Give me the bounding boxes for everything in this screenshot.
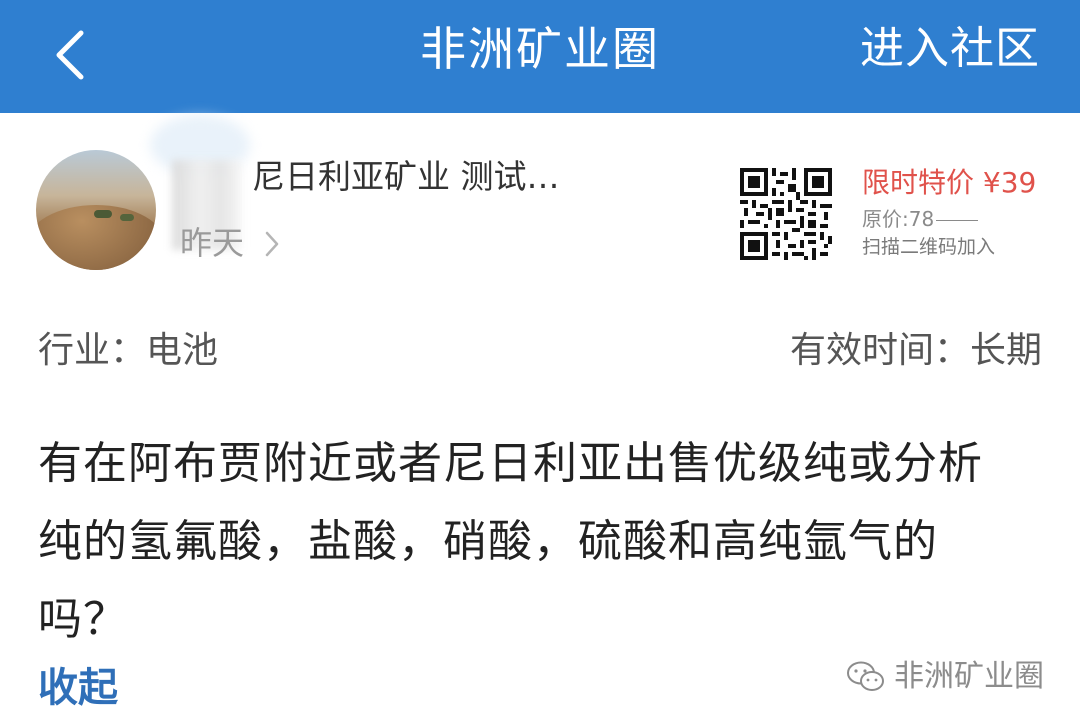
original-price: 原价:78 xyxy=(862,205,979,233)
wechat-icon xyxy=(847,661,884,691)
industry-label: 行业： xyxy=(38,330,147,371)
watermark: 非洲矿业圈 xyxy=(846,652,1044,702)
join-community-button[interactable]: 进入社区 xyxy=(860,18,1040,80)
promo-price: 限时特价 ¥39 xyxy=(862,166,1037,199)
scan-qr-tip: 扫描二维码加入 xyxy=(862,236,996,258)
original-price-text: 原价:78 xyxy=(862,207,935,231)
post-body-line: 有在阿布贾附近或者尼日利亚出售优级纯或分析 xyxy=(38,438,983,489)
validity-value: 长期 xyxy=(969,330,1042,371)
industry-row: 行业：电池 xyxy=(38,325,218,377)
top-bar: 非洲矿业圈 进入社区 xyxy=(0,0,1080,113)
post-body-line: 吗？ xyxy=(38,594,128,645)
industry-value: 电池 xyxy=(146,330,219,371)
collapse-link[interactable]: 收起 xyxy=(38,660,118,716)
chevron-right-icon[interactable] xyxy=(262,230,282,258)
author-name[interactable]: 尼日利亚矿业 测试… xyxy=(252,152,582,202)
avatar[interactable] xyxy=(36,150,156,270)
post-body-line: 纯的氢氟酸，盐酸，硝酸，硫酸和高纯氩气的 xyxy=(38,516,938,567)
post-time: 昨天 xyxy=(180,224,245,262)
qr-code[interactable] xyxy=(740,168,832,260)
watermark-text: 非洲矿业圈 xyxy=(894,659,1044,694)
strikethrough-line xyxy=(936,220,979,221)
page: 非洲矿业圈 进入社区 尼日利亚矿业 测试… 昨天 限时特价 ¥39 原价:78 … xyxy=(0,0,1080,724)
validity-label: 有效时间： xyxy=(789,330,970,371)
post-body: 有在阿布贾附近或者尼日利亚出售优级纯或分析 纯的氢氟酸，盐酸，硝酸，硫酸和高纯氩… xyxy=(38,425,1042,659)
validity-row: 有效时间：长期 xyxy=(790,325,1042,377)
